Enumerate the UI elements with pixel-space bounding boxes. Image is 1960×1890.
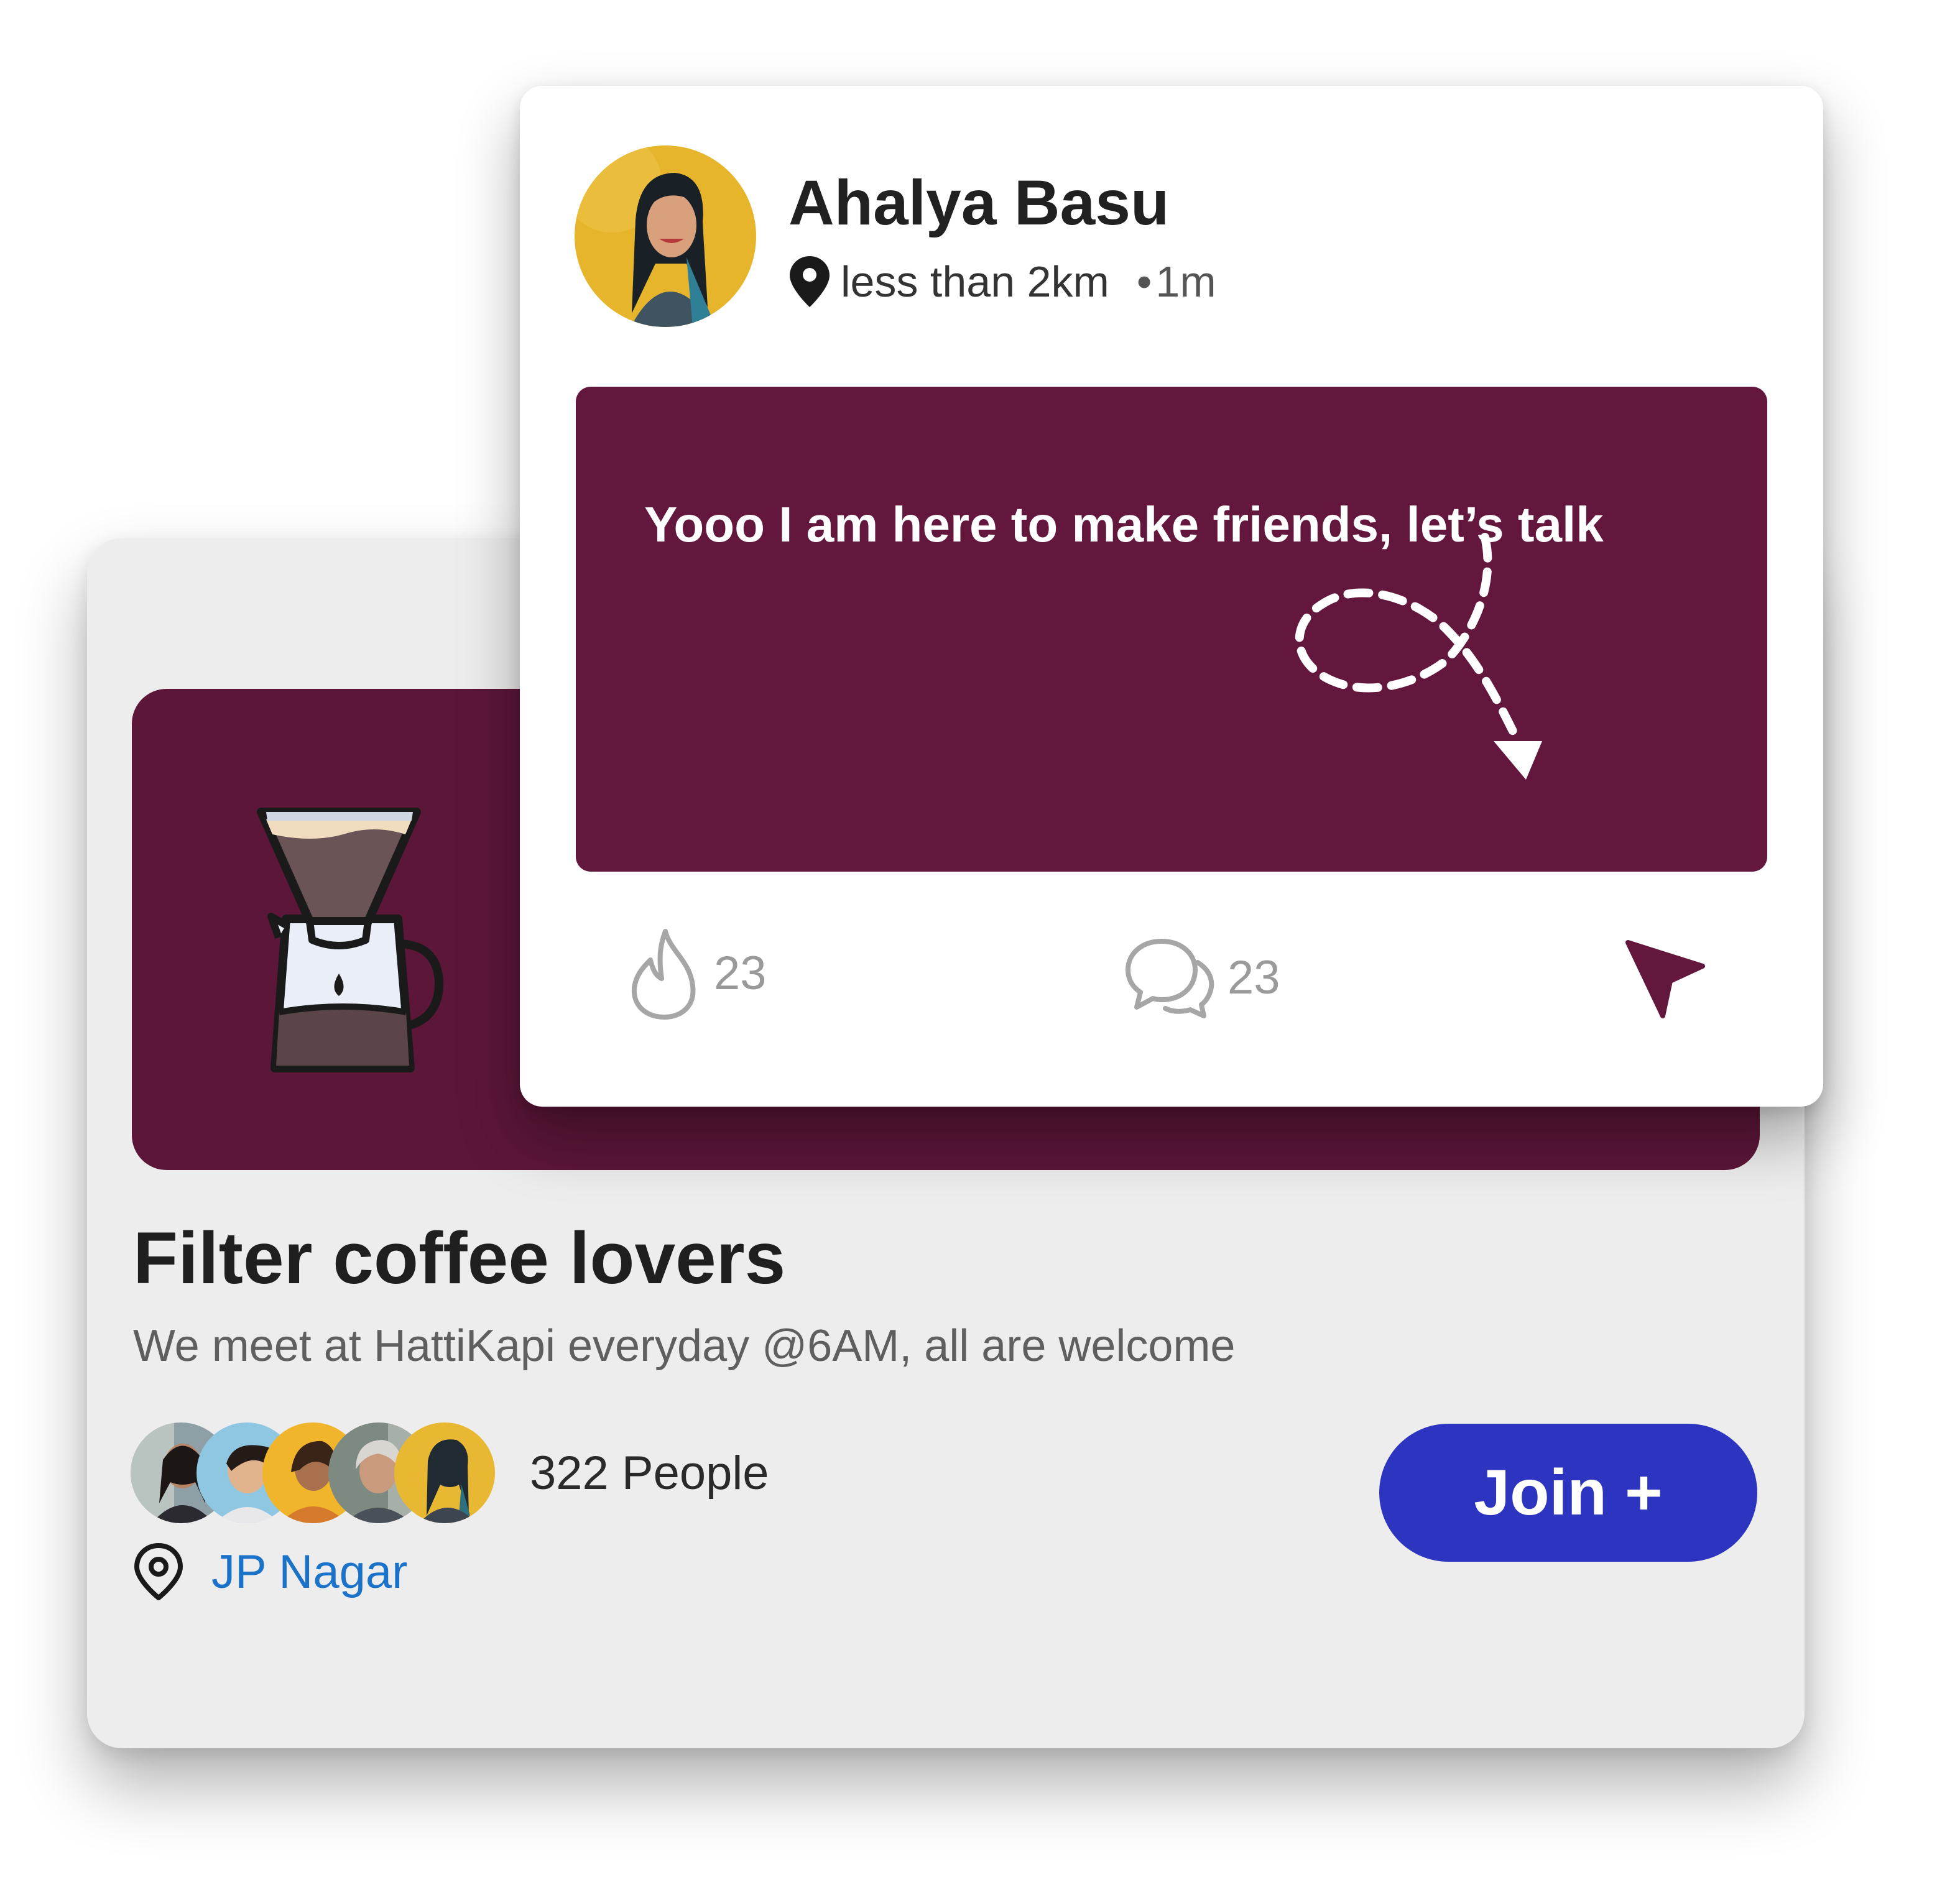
share-button[interactable] bbox=[1622, 935, 1709, 1025]
location-link[interactable]: JP Nagar bbox=[211, 1545, 407, 1599]
author-meta: less than 2km • 1m bbox=[788, 255, 1216, 308]
post-message-card: Yooo I am here to make friends, let’s ta… bbox=[576, 387, 1767, 872]
dashed-loop-arrow bbox=[1295, 533, 1542, 780]
send-arrow-icon bbox=[1625, 940, 1705, 1018]
location-pin-icon bbox=[790, 256, 830, 307]
location-pin-icon bbox=[134, 1543, 183, 1600]
flame-icon bbox=[631, 929, 696, 1020]
author-name[interactable]: Ahalya Basu bbox=[788, 167, 1169, 239]
meta-separator: • bbox=[1136, 257, 1152, 306]
stage: Filter coffee lovers We meet at HattiKap… bbox=[0, 0, 1960, 1890]
members-count: 322 People bbox=[530, 1447, 769, 1500]
post-card[interactable]: Ahalya Basu less than 2km • 1m Yooo I am… bbox=[520, 86, 1823, 1107]
avatar[interactable] bbox=[575, 145, 756, 327]
like-button[interactable]: 23 bbox=[626, 926, 767, 1020]
comments-count: 23 bbox=[1227, 951, 1280, 1004]
avatar bbox=[394, 1422, 495, 1523]
group-title: Filter coffee lovers bbox=[133, 1217, 786, 1299]
member-avatar-stack[interactable] bbox=[131, 1422, 495, 1526]
likes-count: 23 bbox=[714, 946, 767, 1000]
join-button[interactable]: Join + bbox=[1379, 1424, 1757, 1562]
time-ago: 1m bbox=[1155, 257, 1216, 306]
chat-bubbles-icon bbox=[1126, 939, 1214, 1018]
group-description: We meet at HattiKapi everyday @6AM, all … bbox=[133, 1321, 1236, 1371]
group-location[interactable]: JP Nagar bbox=[131, 1541, 407, 1603]
coffee-dripper-icon bbox=[257, 808, 444, 1072]
distance-text: less than 2km bbox=[841, 257, 1109, 306]
post-action-bar: 23 23 bbox=[520, 926, 1823, 1051]
comment-button[interactable]: 23 bbox=[1123, 935, 1280, 1020]
